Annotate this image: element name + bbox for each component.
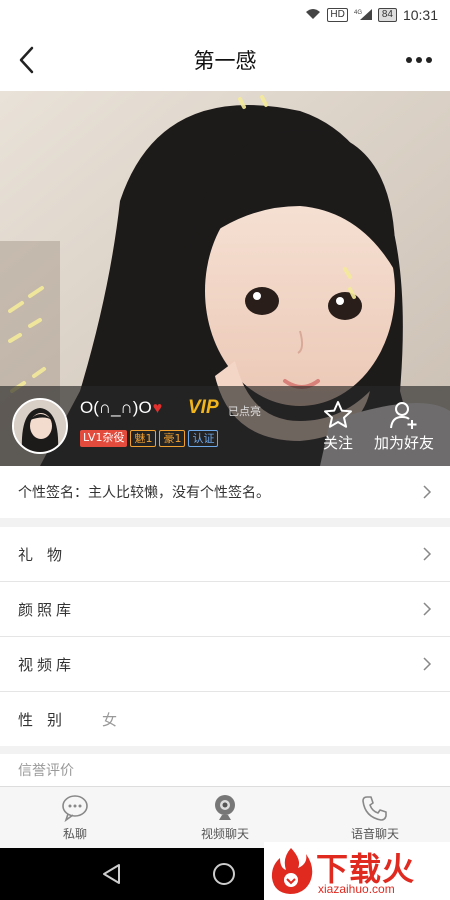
chat-bubble-icon	[62, 795, 88, 823]
battery-indicator: 84	[377, 8, 397, 22]
triangle-back-icon	[103, 864, 120, 884]
section-gap	[0, 746, 450, 754]
back-button[interactable]	[14, 44, 42, 76]
back-arrow-icon	[19, 46, 34, 74]
add-user-icon	[390, 402, 417, 429]
verified-badge: 认证	[188, 430, 219, 447]
badge-list: LV1杂役 魅1 豪1 认证	[80, 430, 219, 447]
photo-library-label: 颜照库	[18, 600, 76, 619]
watermark: 下载火 xiazaihuo.com	[264, 842, 450, 900]
network-label: 4G	[354, 10, 362, 16]
hd-indicator: HD	[327, 8, 348, 22]
video-library-label: 视频库	[18, 655, 76, 674]
heart-icon: ♥	[152, 400, 163, 417]
signature-text: 个性签名：主人比较懒，没有个性签名。	[18, 485, 270, 501]
bottom-tab-bar: 私聊 视频聊天 语音聊天	[0, 786, 450, 848]
vip-badge: VIP	[188, 397, 219, 418]
gender-row: 性别 女	[0, 692, 450, 746]
tab-video-chat[interactable]: 视频聊天	[188, 793, 262, 842]
tab-private-chat-label: 私聊	[62, 827, 87, 841]
system-home-button[interactable]	[212, 862, 236, 890]
status-bar: HD 4G 84 10:31	[0, 0, 450, 30]
signal-icon: 4G	[354, 8, 372, 23]
charm-badge: 魅1	[130, 430, 157, 447]
avatar[interactable]	[12, 398, 68, 454]
circle-home-icon	[213, 863, 235, 885]
photo-library-row[interactable]: 颜照库	[0, 582, 450, 636]
wifi-icon	[305, 8, 321, 23]
chevron-right-icon	[423, 657, 432, 671]
flame-logo-icon	[271, 848, 313, 894]
webcam-icon	[215, 795, 235, 820]
chevron-right-icon	[423, 547, 432, 561]
avatar-image	[14, 400, 66, 452]
vip-lit-label: 已点亮	[228, 405, 261, 418]
tab-private-chat[interactable]: 私聊	[40, 793, 110, 842]
tab-voice-chat[interactable]: 语音聊天	[340, 793, 410, 842]
signature-row[interactable]: 个性签名：主人比较懒，没有个性签名。	[0, 466, 450, 518]
tab-voice-chat-label: 语音聊天	[350, 827, 399, 841]
nickname-text: O(∩_∩)O	[80, 398, 152, 417]
gender-value: 女	[102, 710, 118, 729]
level-badge: LV1杂役	[80, 430, 128, 447]
gift-label: 礼物	[18, 545, 77, 564]
tab-video-chat-label: 视频聊天	[200, 827, 249, 841]
top-navbar: 第一感	[0, 30, 450, 90]
follow-button[interactable]: 关注	[316, 400, 360, 453]
wealth-badge: 豪1	[159, 430, 186, 447]
section-gap	[0, 518, 450, 527]
chevron-right-icon	[423, 602, 432, 616]
status-time: 10:31	[402, 7, 438, 23]
system-back-button[interactable]	[100, 862, 124, 890]
video-library-row[interactable]: 视频库	[0, 637, 450, 691]
watermark-domain: xiazaihuo.com	[318, 882, 395, 896]
more-options-button[interactable]	[404, 48, 434, 70]
phone-icon	[362, 796, 387, 821]
reputation-title: 信誉评价	[18, 763, 74, 779]
chevron-right-icon	[423, 485, 432, 499]
follow-label: 关注	[322, 434, 353, 452]
gender-label: 性别	[18, 710, 77, 729]
nickname: O(∩_∩)O♥	[80, 398, 162, 418]
page-title: 第一感	[193, 49, 257, 73]
add-friend-label: 加为好友	[373, 434, 434, 452]
star-icon	[324, 401, 352, 428]
gift-row[interactable]: 礼物	[0, 527, 450, 581]
more-dots-icon	[406, 57, 432, 63]
add-friend-button[interactable]: 加为好友	[364, 400, 444, 453]
